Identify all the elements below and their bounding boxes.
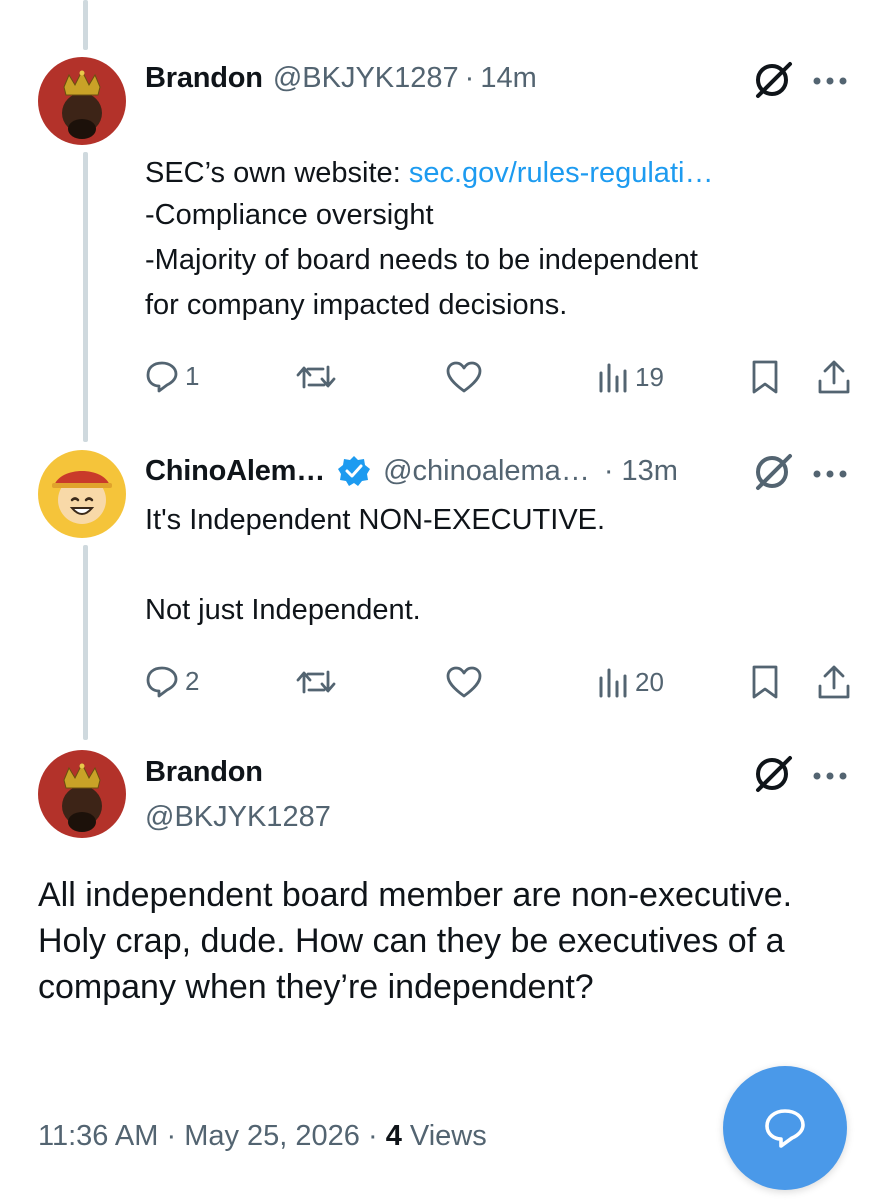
share-icon (818, 360, 850, 394)
display-name[interactable]: Brandon (145, 756, 263, 789)
thread-line-top (83, 0, 88, 50)
verified-badge-icon (337, 454, 371, 488)
separator: · (367, 1120, 378, 1152)
tweet-header: ChinoAlem… @chinoalema… · 13m (145, 454, 678, 488)
share-icon (818, 665, 850, 699)
share-button[interactable] (817, 359, 851, 395)
reply-count: 1 (185, 360, 200, 391)
views-count: 4 (385, 1120, 402, 1152)
views-button[interactable]: 20 (597, 666, 664, 698)
timestamp[interactable]: 13m (622, 455, 678, 488)
display-name[interactable]: ChinoAlem… (145, 455, 325, 488)
display-name[interactable]: Brandon (145, 62, 263, 95)
avatar-brandon[interactable] (38, 57, 126, 145)
more-icon[interactable] (812, 768, 848, 786)
bookmark-icon (752, 360, 778, 394)
like-button[interactable] (445, 665, 483, 699)
bookmark-icon (752, 665, 778, 699)
tweet-text-body: -Compliance oversight -Majority of board… (145, 199, 698, 321)
like-icon (446, 666, 482, 698)
reply-icon (146, 361, 178, 393)
avatar-brandon[interactable] (38, 750, 126, 838)
views-count: 20 (635, 666, 664, 697)
reply-button[interactable]: 2 (145, 664, 199, 698)
bookmark-button[interactable] (750, 359, 780, 395)
retweet-icon (296, 670, 336, 694)
separator: · (166, 1120, 177, 1152)
views-icon (599, 363, 627, 393)
compose-reply-button[interactable] (723, 1066, 847, 1190)
reply-count: 2 (185, 665, 200, 696)
grok-icon[interactable] (752, 60, 796, 105)
tweet-text-prefix: SEC’s own website: (145, 157, 409, 189)
share-button[interactable] (817, 664, 851, 700)
avatar-chinoalem[interactable] (38, 450, 126, 538)
views-label: Views (409, 1120, 487, 1152)
handle[interactable]: @BKJYK1287 (273, 62, 459, 95)
thread-line-2 (83, 545, 88, 740)
like-icon (446, 361, 482, 393)
tweet-text-first-line: SEC’s own website: sec.gov/rules-regulat… (145, 106, 713, 196)
retweet-button[interactable] (295, 666, 337, 698)
main-display-name[interactable]: Brandon (145, 756, 263, 789)
separator: · (603, 454, 614, 487)
tweet-header: Brandon @BKJYK1287 · 14m (145, 62, 537, 95)
grok-icon[interactable] (752, 754, 796, 799)
handle[interactable]: @BKJYK1287 (145, 801, 331, 834)
thread-line-1 (83, 152, 88, 442)
reply-icon (146, 666, 178, 698)
tweet-meta: 11:36 AM · May 25, 2026 · 4 Views (38, 1120, 487, 1153)
tweet-link[interactable]: sec.gov/rules-regulati… (409, 157, 714, 189)
retweet-button[interactable] (295, 361, 337, 393)
tweet-text: It's Independent NON-EXECUTIVE. Not just… (145, 504, 606, 626)
action-bar: 2 20 (145, 662, 850, 702)
views-button[interactable]: 19 (597, 361, 664, 393)
views-count: 19 (635, 361, 664, 392)
reply-button[interactable]: 1 (145, 359, 199, 393)
action-bar: 1 19 (145, 357, 850, 397)
timestamp[interactable]: 14m (480, 62, 536, 95)
grok-icon[interactable] (752, 452, 796, 497)
handle[interactable]: @chinoalema… (383, 455, 590, 488)
tweet-time[interactable]: 11:36 AM (38, 1120, 158, 1152)
compose-reply-icon (765, 1109, 805, 1148)
views-icon (599, 668, 627, 698)
main-tweet-text: All independent board member are non-exe… (38, 876, 793, 1006)
more-icon[interactable] (812, 466, 848, 484)
separator: · (464, 62, 475, 94)
retweet-icon (296, 365, 336, 389)
bookmark-button[interactable] (750, 664, 780, 700)
tweet-date[interactable]: May 25, 2026 (184, 1120, 360, 1152)
main-handle[interactable]: @BKJYK1287 (145, 801, 331, 834)
like-button[interactable] (445, 360, 483, 394)
more-icon[interactable] (812, 73, 848, 91)
